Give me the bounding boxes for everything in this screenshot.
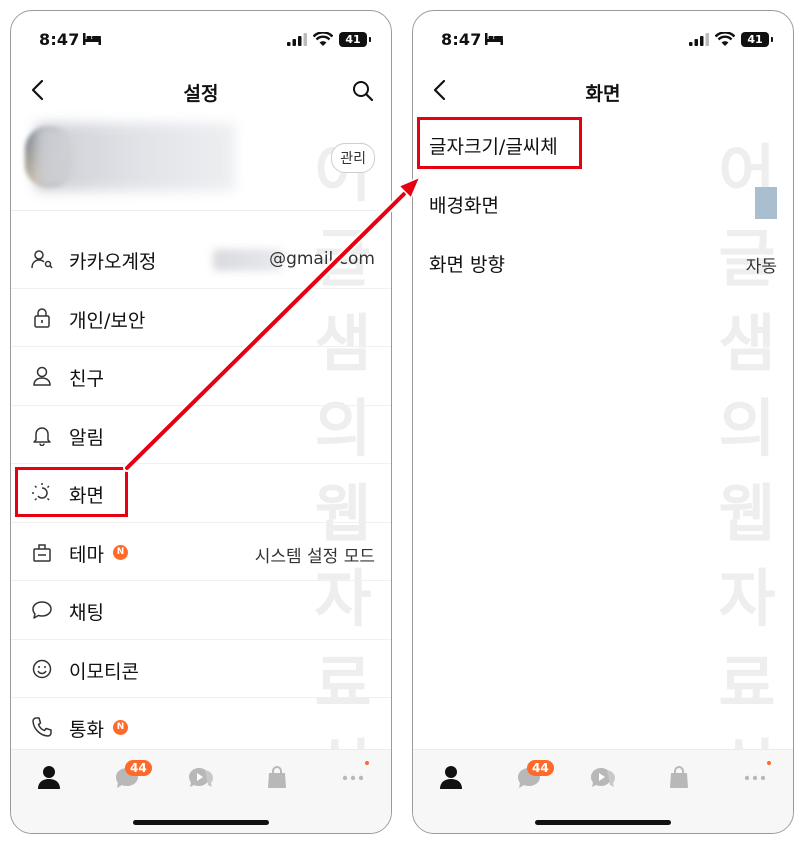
menu-label: 채팅 bbox=[69, 602, 104, 624]
status-bar: 8:47 41 bbox=[11, 11, 391, 67]
page-title: 설정 bbox=[183, 83, 219, 105]
signal-icon bbox=[287, 33, 307, 46]
tab-chats[interactable]: 44 bbox=[113, 760, 152, 790]
chat-bubble-icon bbox=[32, 601, 52, 619]
menu-item-friends[interactable]: 친구 bbox=[11, 347, 391, 406]
highlight-box-display bbox=[15, 467, 128, 517]
setting-label: 배경화면 bbox=[429, 195, 499, 217]
menu-label: 카카오계정 bbox=[69, 251, 157, 273]
wifi-icon bbox=[313, 32, 333, 46]
notification-dot bbox=[365, 761, 369, 765]
openchat-icon bbox=[591, 768, 615, 787]
tab-bar: 44 bbox=[11, 749, 391, 833]
menu-value: 시스템 설정 모드 bbox=[254, 546, 375, 567]
openchat-icon bbox=[189, 768, 213, 787]
menu-item-kakao-account[interactable]: 카카오계정 @gmail.com bbox=[11, 230, 391, 289]
signal-icon bbox=[689, 33, 709, 46]
menu-item-privacy[interactable]: 개인/보안 bbox=[11, 289, 391, 347]
unread-badge: 44 bbox=[125, 760, 152, 776]
person-filled-icon bbox=[38, 766, 60, 789]
status-bar: 8:47 41 bbox=[413, 11, 793, 67]
menu-item-notifications[interactable]: 알림 bbox=[11, 406, 391, 464]
menu-item-call[interactable]: 통화 N bbox=[11, 698, 391, 757]
tab-friends[interactable] bbox=[35, 764, 63, 790]
nav-bar: 설정 bbox=[11, 67, 391, 113]
phone-icon bbox=[32, 717, 52, 737]
shopping-bag-icon bbox=[670, 766, 688, 788]
profile-section[interactable]: 관리 bbox=[11, 115, 391, 211]
bell-icon bbox=[33, 426, 51, 446]
wifi-icon bbox=[715, 32, 735, 46]
person-icon bbox=[33, 366, 51, 386]
more-icon bbox=[342, 775, 364, 781]
setting-background[interactable]: 배경화면 bbox=[413, 173, 793, 232]
tab-openchat[interactable] bbox=[187, 764, 215, 790]
more-icon bbox=[744, 775, 766, 781]
page-title: 화면 bbox=[585, 83, 621, 105]
status-time: 8:47 bbox=[441, 30, 482, 49]
theme-icon bbox=[33, 543, 51, 562]
home-indicator bbox=[535, 820, 671, 825]
menu-value: @gmail.com bbox=[269, 249, 375, 269]
tab-more[interactable] bbox=[741, 761, 771, 790]
lock-icon bbox=[34, 307, 50, 328]
menu-item-chat[interactable]: 채팅 bbox=[11, 581, 391, 640]
nav-bar: 화면 bbox=[413, 67, 793, 113]
home-indicator bbox=[133, 820, 269, 825]
menu-item-theme[interactable]: 테마 N 시스템 설정 모드 bbox=[11, 523, 391, 581]
setting-value: 자동 bbox=[745, 257, 777, 277]
tab-openchat[interactable] bbox=[589, 764, 617, 790]
unread-badge: 44 bbox=[527, 760, 554, 776]
new-badge: N bbox=[113, 720, 128, 735]
sleep-focus-icon bbox=[485, 33, 503, 45]
sleep-focus-icon bbox=[83, 33, 101, 45]
person-filled-icon bbox=[440, 766, 462, 789]
notification-dot bbox=[767, 761, 771, 765]
account-icon bbox=[31, 250, 53, 269]
battery-icon: 41 bbox=[339, 32, 371, 47]
menu-label: 친구 bbox=[69, 368, 104, 390]
status-time: 8:47 bbox=[39, 30, 80, 49]
manage-button[interactable]: 관리 bbox=[331, 143, 375, 173]
highlight-box-font bbox=[417, 117, 582, 169]
search-icon[interactable] bbox=[351, 79, 375, 103]
battery-icon: 41 bbox=[741, 32, 773, 47]
menu-label: 이모티콘 bbox=[69, 660, 139, 683]
blurred-profile-name bbox=[35, 123, 235, 191]
settings-screen: 어글샘의웹자료실 8:47 41 설정 관리 카카오계정 @gmail.com … bbox=[10, 10, 392, 834]
tab-chats[interactable]: 44 bbox=[515, 760, 554, 790]
tab-bar: 44 bbox=[413, 749, 793, 833]
setting-orientation[interactable]: 화면 방향 자동 bbox=[413, 232, 793, 291]
new-badge: N bbox=[113, 544, 128, 560]
tab-shopping[interactable] bbox=[665, 764, 693, 790]
menu-item-emoticon[interactable]: 이모티콘 bbox=[11, 640, 391, 698]
menu-label: 개인/보안 bbox=[69, 309, 146, 332]
tab-friends[interactable] bbox=[437, 764, 465, 790]
menu-label: 테마 bbox=[69, 543, 104, 566]
tab-shopping[interactable] bbox=[263, 764, 291, 790]
emoticon-icon bbox=[32, 659, 52, 678]
shopping-bag-icon bbox=[268, 766, 286, 788]
tab-more[interactable] bbox=[339, 761, 369, 790]
menu-label: 통화 bbox=[69, 719, 104, 741]
menu-label: 알림 bbox=[69, 426, 104, 449]
background-preview bbox=[755, 187, 777, 219]
setting-label: 화면 방향 bbox=[429, 254, 505, 276]
